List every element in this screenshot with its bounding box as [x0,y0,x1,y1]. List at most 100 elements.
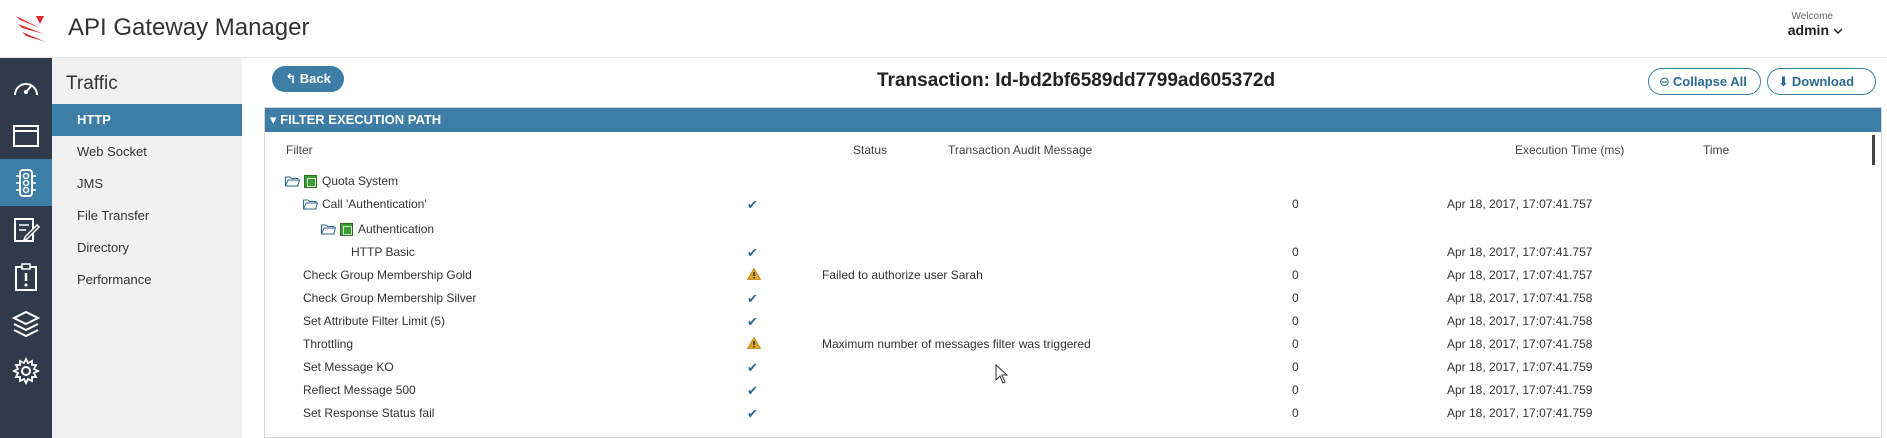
exec-time-cell: 0 [1292,291,1299,305]
filter-name: Set Attribute Filter Limit (5) [303,314,446,328]
check-icon: ✔ [747,406,758,421]
rail-item-traffic[interactable] [0,159,52,206]
col-header-time[interactable]: Time [1703,143,1729,157]
exec-time-cell: 0 [1292,383,1299,397]
filter-icon [340,222,353,236]
filter-name: Check Group Membership Gold [303,268,472,282]
filter-name-cell: Quota System [285,174,398,188]
filter-execution-panel: ▾ FILTER EXECUTION PATH Filter Status Tr… [264,107,1882,438]
table-row[interactable]: Authentication [265,218,1865,241]
check-icon: ✔ [747,245,758,260]
download-label: Download [1791,74,1855,89]
filter-name: Throttling [303,337,354,351]
subnav-item-http[interactable]: HTTP [52,104,242,136]
rail-item-window[interactable] [0,112,52,159]
table-row[interactable]: Check Group Membership Silver ✔ 0 Apr 18, 2… [265,287,1865,310]
rail-item-settings[interactable] [0,347,52,394]
dashboard-icon [14,82,38,95]
time-cell: Apr 18, 2017, 17:07:41.758 [1447,314,1593,328]
logo-icon [16,16,46,42]
exec-time-cell: 0 [1292,268,1299,282]
gear-icon [11,356,41,385]
collapse-icon: ⊖ [1659,74,1670,89]
time-cell: Apr 18, 2017, 17:07:41.757 [1447,197,1593,211]
col-header-message[interactable]: Transaction Audit Message [948,143,1092,157]
col-header-exec-time[interactable]: Execution Time (ms) [1515,143,1624,157]
filter-name: Reflect Message 500 [303,383,416,397]
collapse-all-button[interactable]: ⊖ Collapse All [1648,68,1761,95]
col-header-filter[interactable]: Filter [286,143,313,157]
mouse-cursor-icon [995,364,1009,384]
audit-message-cell: Maximum number of messages filter was tr… [822,337,1091,351]
rail-item-edit[interactable] [0,206,52,253]
download-button[interactable]: ⬇ Download [1767,68,1876,95]
filter-name-cell: Check Group Membership Silver [303,291,476,305]
check-icon: ✔ [747,360,758,375]
table-row[interactable]: Check Group Membership Gold Failed to aut… [265,264,1865,287]
user-menu[interactable]: admin [1788,22,1843,38]
check-icon: ✔ [747,383,758,398]
table-row[interactable]: Set Response Status fail ✔ 0 Apr 18, 2017, … [265,402,1865,425]
filter-name-cell: HTTP Basic [351,245,415,259]
table-row[interactable]: Quota System [265,170,1865,193]
subnav-item-web-socket[interactable]: Web Socket [52,136,242,168]
filter-name-cell: Check Group Membership Gold [303,268,472,282]
window-icon [13,124,39,147]
audit-message-cell: Failed to authorize user Sarah [822,268,983,282]
filter-name-cell: Authentication [321,222,434,236]
filter-name-cell: Reflect Message 500 [303,383,416,397]
warning-icon [747,337,761,352]
transaction-title: Transaction: Id-bd2bf6589dd7799ad605372d [877,70,1276,91]
time-cell: Apr 18, 2017, 17:07:41.759 [1447,406,1593,420]
app-title: API Gateway Manager [68,14,310,41]
filter-name-cell: Throttling [303,337,353,351]
subnav-item-performance[interactable]: Performance [52,264,242,296]
table-row[interactable]: HTTP Basic ✔ 0 Apr 18, 2017, 17:07:41.757 [265,241,1865,264]
rail-item-alerts[interactable] [0,253,52,300]
time-cell: Apr 18, 2017, 17:07:41.757 [1447,268,1593,282]
back-button[interactable]: ↰ Back [272,66,344,92]
filter-name-cell: Set Message KO [303,360,394,374]
filter-name: Check Group Membership Silver [303,291,477,305]
col-header-status[interactable]: Status [853,143,887,157]
panel-header[interactable]: ▾ FILTER EXECUTION PATH [265,108,1881,132]
layers-icon [11,310,41,337]
filter-name: HTTP Basic [351,245,415,259]
check-icon: ✔ [747,291,758,306]
scrollbar[interactable] [1872,135,1875,165]
filter-name: Set Message KO [303,360,394,374]
filter-name: Call 'Authentication' [322,197,427,211]
warning-icon [747,268,761,283]
caret-down-icon: ▾ [270,112,281,127]
table-row[interactable]: Reflect Message 500 ✔ 0 Apr 18, 2017, 17:07… [265,379,1865,402]
filter-name-cell: Set Attribute Filter Limit (5) [303,314,445,328]
table-row[interactable]: Call 'Authentication' ✔ 0 Apr 18, 2017, 17:… [265,193,1865,216]
table-row[interactable]: Throttling Maximum number of messages fil… [265,333,1865,356]
username: admin [1787,22,1829,38]
subnav-item-file-transfer[interactable]: File Transfer [52,200,242,232]
top-bar: API Gateway Manager Welcome admin [0,0,1887,58]
time-cell: Apr 18, 2017, 17:07:41.758 [1447,337,1593,351]
check-icon: ✔ [747,197,758,212]
subnav-item-jms[interactable]: JMS [52,168,242,200]
edit-icon [14,217,41,242]
check-icon: ✔ [747,314,758,329]
rail-item-layers[interactable] [0,300,52,347]
exec-time-cell: 0 [1292,337,1299,351]
filter-name: Authentication [358,222,435,236]
rail-item-dashboard[interactable] [0,64,52,111]
subnav-item-directory[interactable]: Directory [52,232,242,264]
filter-name-cell: Set Response Status fail [303,406,434,420]
collapse-label: Collapse All [1672,74,1747,89]
back-label: Back [299,71,331,86]
back-arrow-icon: ↰ [285,71,300,86]
time-cell: Apr 18, 2017, 17:07:41.759 [1447,360,1593,374]
chevron-down-icon [1833,28,1843,35]
icon-rail [0,58,52,438]
filter-name: Set Response Status fail [303,406,435,420]
panel-title: FILTER EXECUTION PATH [280,112,442,127]
subnav-title: Traffic [66,73,118,94]
table-row[interactable]: Set Message KO ✔ 0 Apr 18, 2017, 17:07:41.7… [265,356,1865,379]
table-row[interactable]: Set Attribute Filter Limit (5) ✔ 0 Apr 18, … [265,310,1865,333]
time-cell: Apr 18, 2017, 17:07:41.757 [1447,245,1593,259]
